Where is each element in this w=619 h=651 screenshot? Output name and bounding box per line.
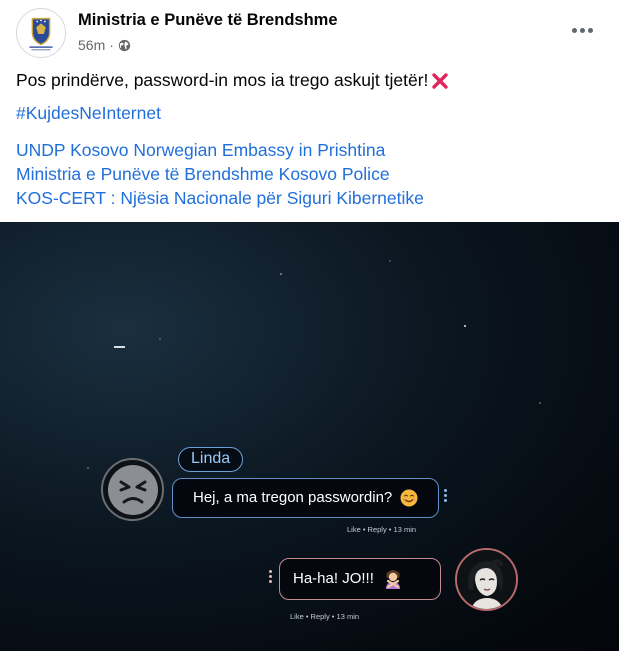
tag-ministria[interactable]: Ministria e Punëve të Brendshme: [16, 164, 274, 184]
smiling-face-emoji-icon: [400, 489, 418, 507]
post-caption: Pos prindërve, password-in mos ia trego …: [16, 70, 450, 91]
message-text-incoming: Hej, a ma tregon passwordin?: [193, 489, 393, 506]
tagged-pages: UNDP Kosovo Norwegian Embassy in Prishti…: [16, 138, 424, 210]
hashtag-link[interactable]: #KujdesNeInternet: [16, 103, 161, 124]
page-avatar[interactable]: [16, 8, 66, 58]
post-time[interactable]: 56m: [78, 37, 105, 53]
message-bubble-outgoing: Ha-ha! JO!!!: [279, 558, 441, 600]
coat-of-arms-icon: [17, 9, 65, 57]
meta-separator: ·: [109, 37, 114, 53]
angry-face-avatar: [101, 458, 164, 521]
more-options-icon[interactable]: [567, 18, 597, 42]
message-options-icon[interactable]: [441, 489, 449, 509]
message-bubble-incoming: Hej, a ma tregon passwordin?: [172, 478, 439, 518]
tag-undp-kosovo[interactable]: UNDP Kosovo: [16, 140, 129, 160]
cross-mark-icon: [432, 72, 449, 89]
sender-name-pill: Linda: [178, 447, 244, 472]
post-meta: 56m ·: [78, 37, 131, 53]
tag-kos-cert[interactable]: KOS-CERT : Njësia Nacionale për Siguri K…: [16, 188, 424, 208]
globe-icon: [118, 39, 131, 51]
post-header: Ministria e Punëve të Brendshme 56m ·: [16, 8, 603, 60]
tag-norwegian-embassy[interactable]: Norwegian Embassy in Prishtina: [133, 140, 385, 160]
angry-face-icon: [107, 464, 158, 515]
girl-illustration-icon: [457, 550, 516, 609]
reply-options-icon[interactable]: [266, 570, 274, 590]
tag-kosovo-police[interactable]: Kosovo Police: [279, 164, 390, 184]
page-name-link[interactable]: Ministria e Punëve të Brendshme: [78, 11, 338, 30]
message-meta-incoming: Like • Reply • 13 min: [347, 525, 417, 534]
caption-text: Pos prindërve, password-in mos ia trego …: [16, 70, 429, 90]
hashtag-kujdes[interactable]: #KujdesNeInternet: [16, 103, 161, 123]
message-text-outgoing: Ha-ha! JO!!!: [293, 570, 374, 587]
message-meta-outgoing: Like • Reply • 13 min: [290, 612, 360, 621]
person-gesturing-no-emoji-icon: [386, 570, 401, 590]
girl-avatar: [455, 548, 518, 611]
